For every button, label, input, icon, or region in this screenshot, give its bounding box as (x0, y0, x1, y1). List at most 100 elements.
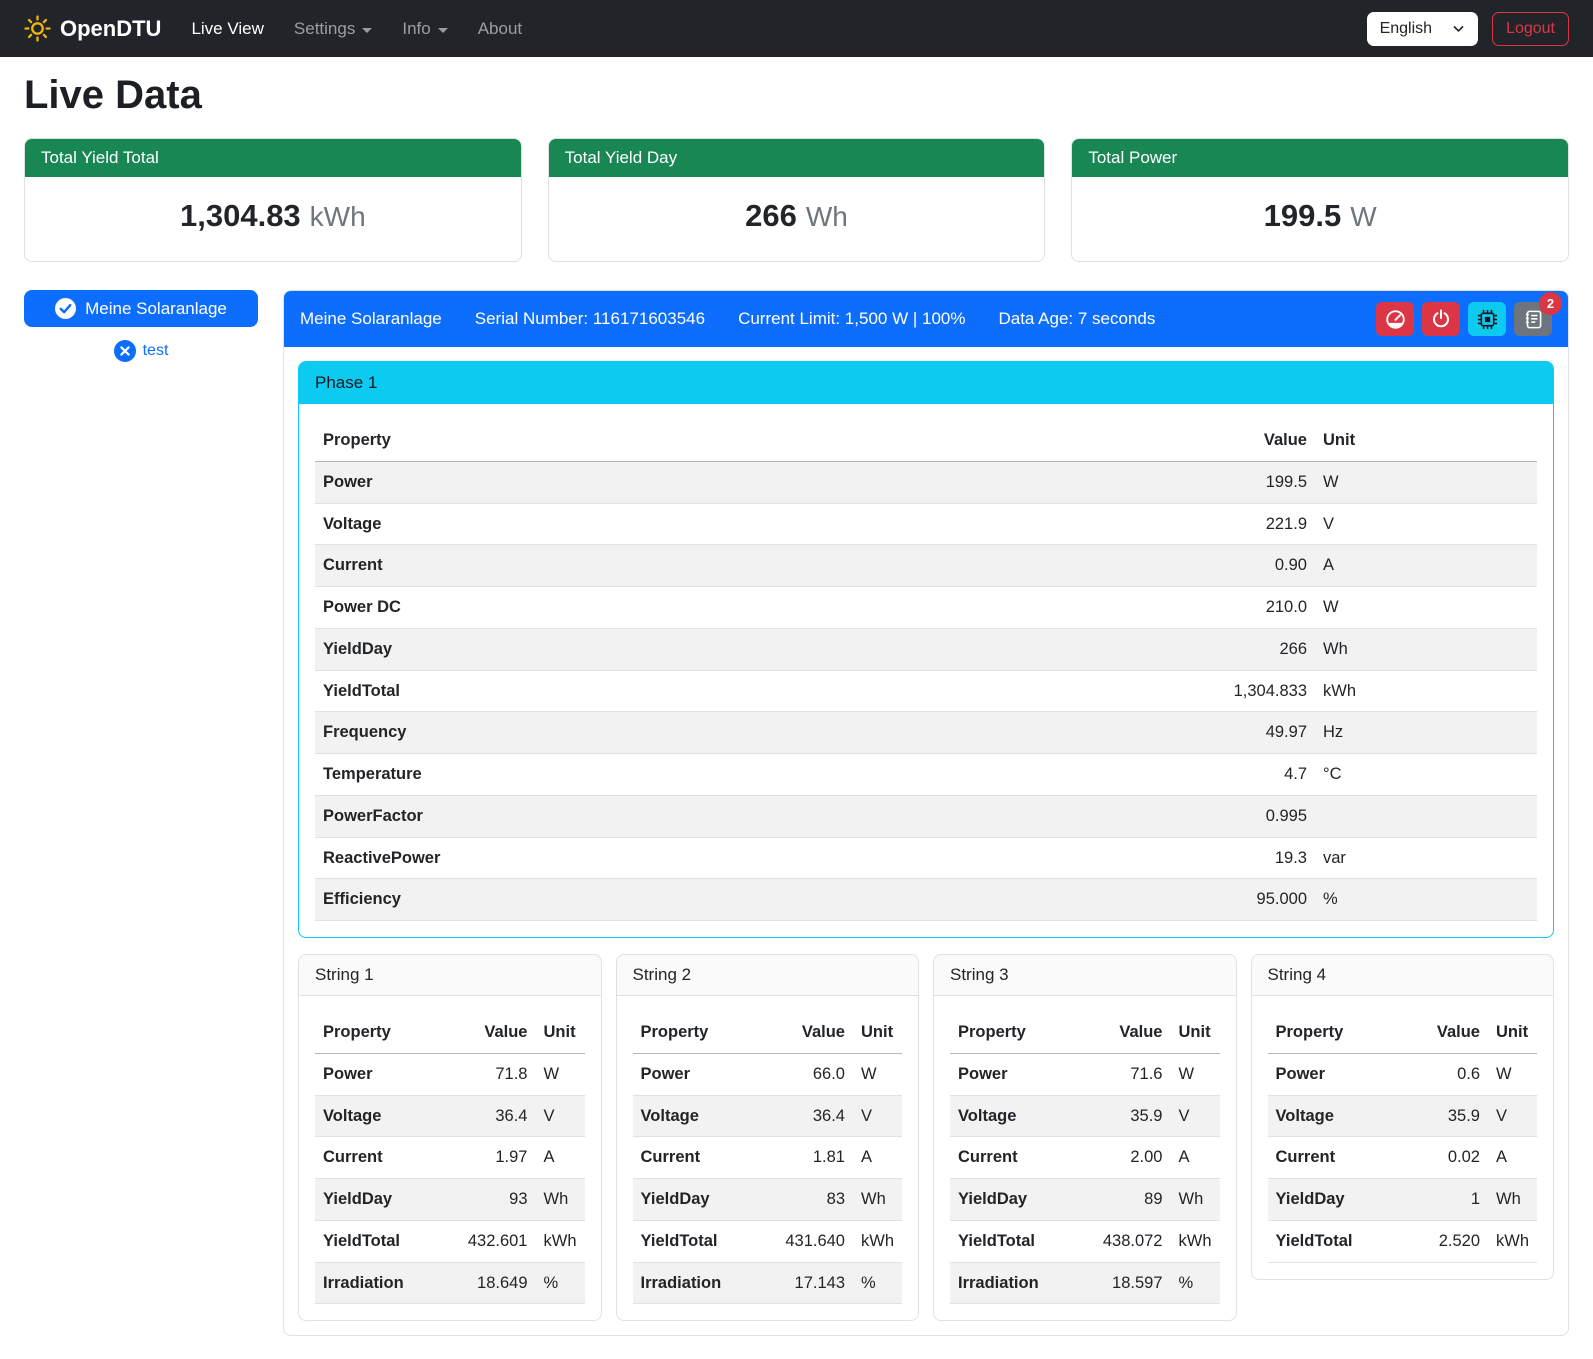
row-property: YieldDay (315, 1179, 444, 1221)
row-property: Power (950, 1053, 1079, 1095)
row-property: ReactivePower (315, 837, 1195, 879)
inverter-selected-label: Meine Solaranlage (85, 299, 227, 319)
row-property: Power DC (315, 587, 1195, 629)
row-value: 0.6 (1396, 1053, 1488, 1095)
row-unit: kWh (536, 1220, 585, 1262)
row-unit: Wh (1171, 1179, 1220, 1221)
inverter-selector: Meine Solaranlage test (24, 290, 258, 362)
table-row: Voltage 36.4 V (633, 1095, 903, 1137)
row-unit: Wh (1488, 1179, 1537, 1221)
string-2-card: String 2 Property Value Unit (616, 954, 920, 1321)
total-yield-day-card: Total Yield Day 266Wh (548, 138, 1046, 262)
row-unit: var (1315, 837, 1537, 879)
nav-settings[interactable]: Settings (294, 19, 372, 39)
row-unit: kWh (853, 1220, 902, 1262)
row-value: 2.00 (1079, 1137, 1171, 1179)
table-row: Power 71.6 W (950, 1053, 1220, 1095)
logout-button[interactable]: Logout (1492, 12, 1569, 46)
row-property: YieldDay (1268, 1179, 1397, 1221)
row-unit: W (853, 1053, 902, 1095)
x-circle-icon[interactable] (114, 340, 136, 362)
string-1-title: String 1 (299, 955, 601, 996)
chevron-down-icon (1452, 22, 1465, 35)
row-unit: % (853, 1262, 902, 1304)
card-title: Total Yield Total (25, 139, 521, 177)
row-property: Power (1268, 1053, 1397, 1095)
row-value: 71.6 (1079, 1053, 1171, 1095)
column-header-unit: Unit (1171, 1012, 1220, 1053)
brand[interactable]: OpenDTU (24, 15, 161, 42)
row-value: 266 (1195, 628, 1315, 670)
table-row: ReactivePower 19.3 var (315, 837, 1537, 879)
column-header-unit: Unit (853, 1012, 902, 1053)
power-button[interactable] (1422, 302, 1460, 336)
row-unit: W (1488, 1053, 1537, 1095)
limit-settings-button[interactable] (1376, 302, 1414, 336)
total-yield-total-value: 1,304.83 (180, 198, 301, 233)
string-1-table: Property Value Unit Power (315, 1012, 585, 1304)
total-yield-total-card: Total Yield Total 1,304.83 kWh (24, 138, 522, 262)
total-yield-total-unit: kWh (310, 201, 366, 232)
row-property: Efficiency (315, 879, 1195, 921)
row-value: 95.000 (1195, 879, 1315, 921)
speedometer-icon (1385, 309, 1406, 330)
device-info-button[interactable] (1468, 302, 1506, 336)
column-header-value: Value (444, 1012, 536, 1053)
table-row: YieldTotal 1,304.833 kWh (315, 670, 1537, 712)
row-property: YieldDay (633, 1179, 762, 1221)
table-row: PowerFactor 0.995 (315, 795, 1537, 837)
event-log-button[interactable]: 2 (1514, 302, 1552, 336)
row-value: 4.7 (1195, 754, 1315, 796)
table-row: Power 66.0 W (633, 1053, 903, 1095)
table-row: YieldTotal 438.072 kWh (950, 1220, 1220, 1262)
row-property: PowerFactor (315, 795, 1195, 837)
row-value: 0.90 (1195, 545, 1315, 587)
total-power-unit: W (1350, 201, 1376, 232)
row-property: Voltage (315, 503, 1195, 545)
nav-info[interactable]: Info (402, 19, 447, 39)
row-property: YieldDay (315, 628, 1195, 670)
caret-down-icon (362, 28, 372, 33)
row-unit: kWh (1171, 1220, 1220, 1262)
row-value: 93 (444, 1179, 536, 1221)
string-2-table: Property Value Unit Power (633, 1012, 903, 1304)
table-row: Irradiation 17.143 % (633, 1262, 903, 1304)
table-row: YieldTotal 432.601 kWh (315, 1220, 585, 1262)
table-row: Efficiency 95.000 % (315, 879, 1537, 921)
row-value: 1.97 (444, 1137, 536, 1179)
row-unit: W (1315, 461, 1537, 503)
row-value: 89 (1079, 1179, 1171, 1221)
column-header-value: Value (761, 1012, 853, 1053)
row-value: 210.0 (1195, 587, 1315, 629)
table-row: Current 2.00 A (950, 1137, 1220, 1179)
row-value: 438.072 (1079, 1220, 1171, 1262)
string-3-table: Property Value Unit Power (950, 1012, 1220, 1304)
inverter-selected-button[interactable]: Meine Solaranlage (24, 290, 258, 327)
row-property: Voltage (950, 1095, 1079, 1137)
row-value: 431.640 (761, 1220, 853, 1262)
string-3-title: String 3 (934, 955, 1236, 996)
string-2-title: String 2 (617, 955, 919, 996)
row-unit: Hz (1315, 712, 1537, 754)
nav-about[interactable]: About (478, 19, 522, 39)
row-value: 1.81 (761, 1137, 853, 1179)
table-row: Power 71.8 W (315, 1053, 585, 1095)
string-3-table-body: Power 71.6 W Voltage 35.9 V (950, 1053, 1220, 1304)
row-unit: % (1171, 1262, 1220, 1304)
inverter-name: Meine Solaranlage (300, 309, 442, 329)
inverter-item-test[interactable]: test (24, 340, 258, 362)
row-unit: Wh (853, 1179, 902, 1221)
table-row: YieldTotal 431.640 kWh (633, 1220, 903, 1262)
row-value: 36.4 (761, 1095, 853, 1137)
column-header-property: Property (315, 420, 1195, 461)
inverter-header: Meine Solaranlage Serial Number: 1161716… (284, 291, 1568, 347)
row-unit: A (853, 1137, 902, 1179)
language-select[interactable]: English (1367, 12, 1478, 46)
check-circle-icon (55, 298, 76, 319)
inverter-data-age: Data Age: 7 seconds (998, 309, 1155, 329)
string-4-table-body: Power 0.6 W Voltage 35.9 V (1268, 1053, 1538, 1262)
row-property: Current (315, 1137, 444, 1179)
row-value: 1 (1396, 1179, 1488, 1221)
nav-live-view[interactable]: Live View (191, 19, 263, 39)
row-property: YieldTotal (315, 1220, 444, 1262)
